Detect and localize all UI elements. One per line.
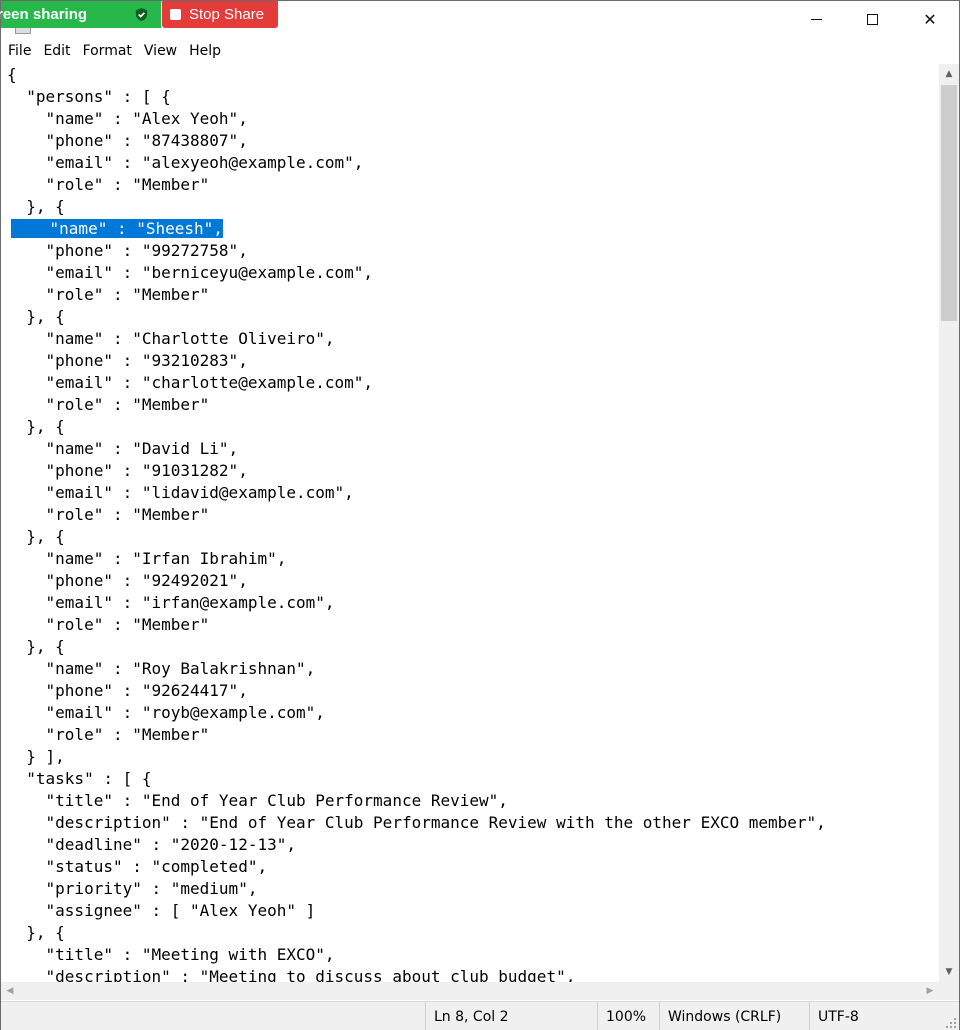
scroll-right-icon[interactable]: ▶ xyxy=(921,982,939,1000)
editor-line[interactable]: "description" : "End of Year Club Perfor… xyxy=(7,812,826,834)
editor-line[interactable]: "email" : "lidavid@example.com", xyxy=(7,482,826,504)
editor-line[interactable]: "email" : "berniceyu@example.com", xyxy=(7,262,826,284)
editor-line[interactable]: "role" : "Member" xyxy=(7,394,826,416)
screen-sharing-indicator[interactable]: reen sharing xyxy=(0,1,161,28)
editor-line[interactable]: "email" : "charlotte@example.com", xyxy=(7,372,826,394)
editor-line[interactable]: "name" : "Irfan Ibrahim", xyxy=(7,548,826,570)
editor-line[interactable]: }, { xyxy=(7,416,826,438)
editor-line[interactable]: "name" : "Sheesh", xyxy=(1,218,826,240)
editor-line[interactable]: "role" : "Member" xyxy=(7,174,826,196)
editor-line[interactable]: }, { xyxy=(7,306,826,328)
editor-line[interactable]: "phone" : "92492021", xyxy=(7,570,826,592)
editor-line[interactable]: "title" : "Meeting with EXCO", xyxy=(7,944,826,966)
editor-line[interactable]: "phone" : "87438807", xyxy=(7,130,826,152)
zoom-level: 100% xyxy=(597,1002,659,1030)
editor-line[interactable]: "name" : "David Li", xyxy=(7,438,826,460)
encoding: UTF-8 xyxy=(809,1002,959,1030)
stop-share-button[interactable]: Stop Share xyxy=(162,1,278,28)
screen-sharing-label: reen sharing xyxy=(0,6,88,23)
editor-line[interactable]: "phone" : "93210283", xyxy=(7,350,826,372)
menu-bar: File Edit Format View Help xyxy=(1,39,959,63)
close-icon: ✕ xyxy=(923,9,937,29)
editor-line[interactable]: "role" : "Member" xyxy=(7,614,826,636)
editor-line[interactable]: "email" : "royb@example.com", xyxy=(7,702,826,724)
vertical-scroll-thumb[interactable] xyxy=(941,85,957,321)
line-ending: Windows (CRLF) xyxy=(659,1002,809,1030)
editor-line[interactable]: "name" : "Alex Yeoh", xyxy=(7,108,826,130)
minimize-button[interactable] xyxy=(787,1,845,37)
editor-line[interactable]: "name" : "Charlotte Oliveiro", xyxy=(7,328,826,350)
editor-line[interactable]: "persons" : [ { xyxy=(7,86,826,108)
editor-line[interactable]: "role" : "Member" xyxy=(7,724,826,746)
menu-edit[interactable]: Edit xyxy=(39,43,74,59)
editor-line[interactable]: { xyxy=(7,64,826,86)
status-bar: Ln 8, Col 2 100% Windows (CRLF) UTF-8 xyxy=(1,1001,959,1030)
editor-line[interactable]: "description" : "Meeting to discuss abou… xyxy=(7,966,826,982)
menu-view[interactable]: View xyxy=(140,43,181,59)
menu-format[interactable]: Format xyxy=(79,43,136,59)
notepad-window: ✕ reen sharing Stop Share File Edit Form… xyxy=(0,0,960,1030)
editor-line[interactable]: "email" : "alexyeoh@example.com", xyxy=(7,152,826,174)
stop-share-label: Stop Share xyxy=(189,6,265,23)
selected-text[interactable]: "name" : "Sheesh", xyxy=(11,219,223,238)
editor-content[interactable]: { "persons" : [ { "name" : "Alex Yeoh", … xyxy=(7,64,826,982)
horizontal-scrollbar[interactable]: ◀ ▶ xyxy=(1,982,939,1000)
editor-line[interactable]: "role" : "Member" xyxy=(7,284,826,306)
vertical-scrollbar[interactable]: ▲ ▼ xyxy=(939,64,959,982)
stop-icon xyxy=(170,9,181,20)
editor-line[interactable]: }, { xyxy=(7,196,826,218)
editor-line[interactable]: }, { xyxy=(7,526,826,548)
editor-line[interactable]: "status" : "completed", xyxy=(7,856,826,878)
editor-line[interactable]: } ], xyxy=(7,746,826,768)
text-editor[interactable]: { "persons" : [ { "name" : "Alex Yeoh", … xyxy=(1,64,939,982)
scroll-left-icon[interactable]: ◀ xyxy=(1,982,19,1000)
editor-line[interactable]: "role" : "Member" xyxy=(7,504,826,526)
scroll-down-icon[interactable]: ▼ xyxy=(939,962,959,982)
editor-line[interactable]: "tasks" : [ { xyxy=(7,768,826,790)
cursor-position: Ln 8, Col 2 xyxy=(425,1002,597,1030)
editor-line[interactable]: "deadline" : "2020-12-13", xyxy=(7,834,826,856)
editor-line[interactable]: "name" : "Roy Balakrishnan", xyxy=(7,658,826,680)
scroll-up-icon[interactable]: ▲ xyxy=(939,64,959,84)
resize-grip-icon[interactable] xyxy=(945,1017,957,1029)
editor-line[interactable]: }, { xyxy=(7,636,826,658)
editor-line[interactable]: }, { xyxy=(7,922,826,944)
editor-line[interactable]: "phone" : "99272758", xyxy=(7,240,826,262)
shield-check-icon xyxy=(135,7,148,22)
menu-help[interactable]: Help xyxy=(185,43,225,59)
editor-line[interactable]: "assignee" : [ "Alex Yeoh" ] xyxy=(7,900,826,922)
maximize-icon xyxy=(866,13,878,25)
editor-line[interactable]: "email" : "irfan@example.com", xyxy=(7,592,826,614)
close-button[interactable]: ✕ xyxy=(901,1,959,37)
editor-line[interactable]: "phone" : "92624417", xyxy=(7,680,826,702)
maximize-button[interactable] xyxy=(843,1,901,37)
app-icon xyxy=(15,28,31,34)
menu-file[interactable]: File xyxy=(4,43,35,59)
scrollbar-corner xyxy=(939,982,959,1000)
editor-line[interactable]: "priority" : "medium", xyxy=(7,878,826,900)
editor-line[interactable]: "phone" : "91031282", xyxy=(7,460,826,482)
minimize-icon xyxy=(810,18,822,20)
editor-line[interactable]: "title" : "End of Year Club Performance … xyxy=(7,790,826,812)
